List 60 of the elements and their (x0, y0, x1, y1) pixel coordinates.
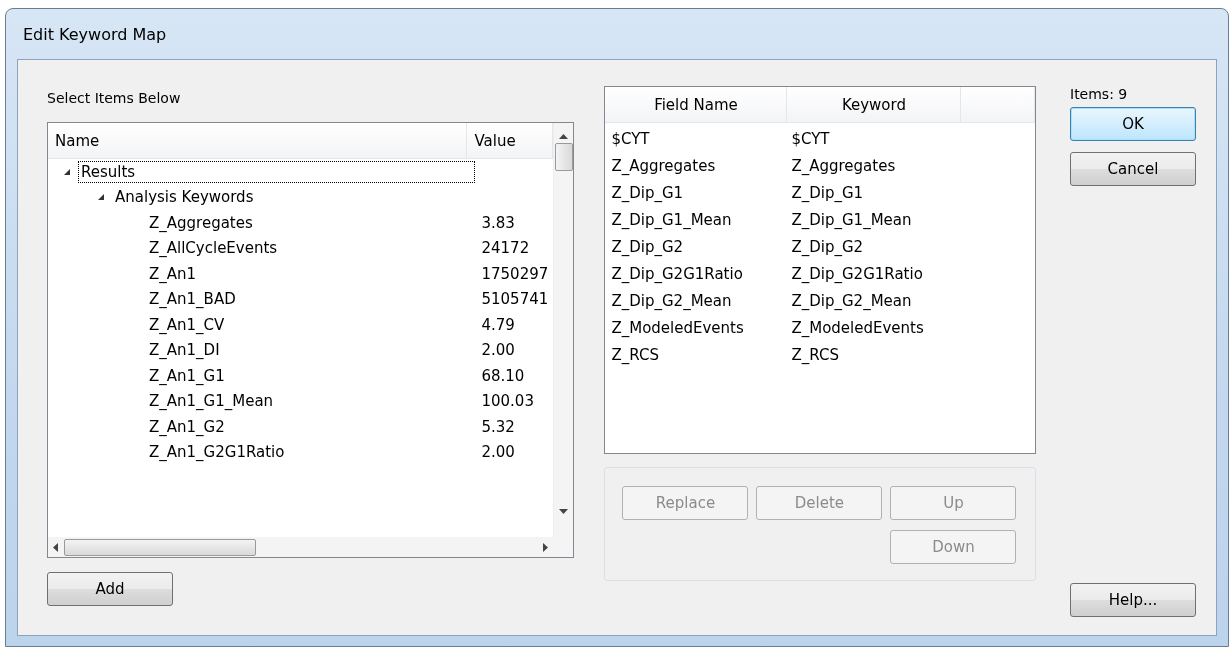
value-text: 1750297 (480, 264, 549, 283)
value-text: 100.03 (480, 392, 534, 411)
select-items-label: Select Items Below (47, 90, 182, 106)
value-text: 24172 (480, 239, 530, 258)
list-cell[interactable]: $CYT (785, 129, 966, 148)
tree-item[interactable]: Z_An1_DI (146, 339, 223, 362)
tree-item[interactable]: Z_An1_G1 (146, 364, 228, 387)
list-cell[interactable]: Z_ModeledEvents (605, 318, 786, 337)
list-cell[interactable]: Z_Dip_G1_Mean (785, 210, 966, 229)
value-text: 2.00 (480, 341, 515, 360)
add-button[interactable]: Add (47, 572, 173, 606)
value-text: 68.10 (480, 366, 525, 385)
list-cell[interactable]: Z_ModeledEvents (785, 318, 966, 337)
list-cell[interactable]: Z_Aggregates (605, 156, 786, 175)
list-cell[interactable]: Z_Dip_G1 (785, 183, 966, 202)
tree-item[interactable]: Z_An1 (146, 262, 200, 285)
tree-item[interactable]: Z_An1_G2G1Ratio (146, 441, 288, 464)
ok-button[interactable]: OK (1070, 107, 1196, 141)
list-cell[interactable]: Z_Dip_G1_Mean (605, 210, 786, 229)
list-cell[interactable]: Z_Dip_G2 (785, 237, 966, 256)
vertical-scrollbar[interactable] (553, 123, 574, 537)
tree-item[interactable]: Z_An1_CV (146, 313, 228, 336)
tree-item[interactable]: Z_An1_G1_Mean (146, 390, 277, 413)
value-text: 5105741 (480, 290, 549, 309)
tree-item[interactable]: Analysis Keywords (112, 186, 257, 209)
scroll-up-icon[interactable] (559, 133, 569, 139)
list-cell[interactable]: Z_Dip_G1 (605, 183, 786, 202)
list-cell[interactable]: Z_Dip_G2_Mean (605, 291, 786, 310)
expanded-arrow-icon[interactable] (63, 167, 71, 176)
tree-item[interactable]: Z_AllCycleEvents (146, 237, 281, 260)
scroll-down-icon[interactable] (559, 509, 569, 515)
list-cell[interactable]: Z_Dip_G2G1Ratio (785, 264, 966, 283)
horizontal-scrollbar[interactable] (48, 537, 554, 557)
value-text: 5.32 (480, 417, 515, 436)
tree-item[interactable]: Z_An1_BAD (146, 288, 239, 311)
tree-item[interactable]: Z_Aggregates (146, 211, 256, 234)
scroll-thumb[interactable] (64, 538, 256, 556)
tree-item[interactable]: Z_An1_G2 (146, 415, 228, 438)
list-cell[interactable]: Z_Dip_G2G1Ratio (605, 264, 786, 283)
column-header[interactable]: Name (48, 123, 468, 158)
scroll-left-icon[interactable] (52, 542, 58, 552)
list-cell[interactable]: Z_RCS (785, 345, 966, 364)
scroll-thumb[interactable] (554, 143, 573, 171)
value-text: 4.79 (480, 315, 515, 334)
expanded-arrow-icon[interactable] (97, 193, 105, 202)
tree-item[interactable]: Results (78, 160, 476, 183)
items-count: Items: 9 (1070, 86, 1129, 102)
list-cell[interactable]: Z_Aggregates (785, 156, 966, 175)
list-cell[interactable]: $CYT (605, 129, 786, 148)
cancel-button[interactable]: Cancel (1070, 152, 1196, 186)
value-text: 2.00 (480, 443, 515, 462)
list-cell[interactable]: Z_Dip_G2_Mean (785, 291, 966, 310)
window-title: Edit Keyword Map (23, 24, 167, 44)
column-header[interactable]: Field Name (605, 87, 788, 122)
value-text: 3.83 (480, 213, 515, 232)
list-cell[interactable]: Z_RCS (605, 345, 786, 364)
column-header[interactable]: Keyword (787, 87, 962, 122)
list-cell[interactable]: Z_Dip_G2 (605, 237, 786, 256)
scroll-right-icon[interactable] (543, 542, 550, 552)
help-button[interactable]: Help... (1070, 583, 1196, 617)
